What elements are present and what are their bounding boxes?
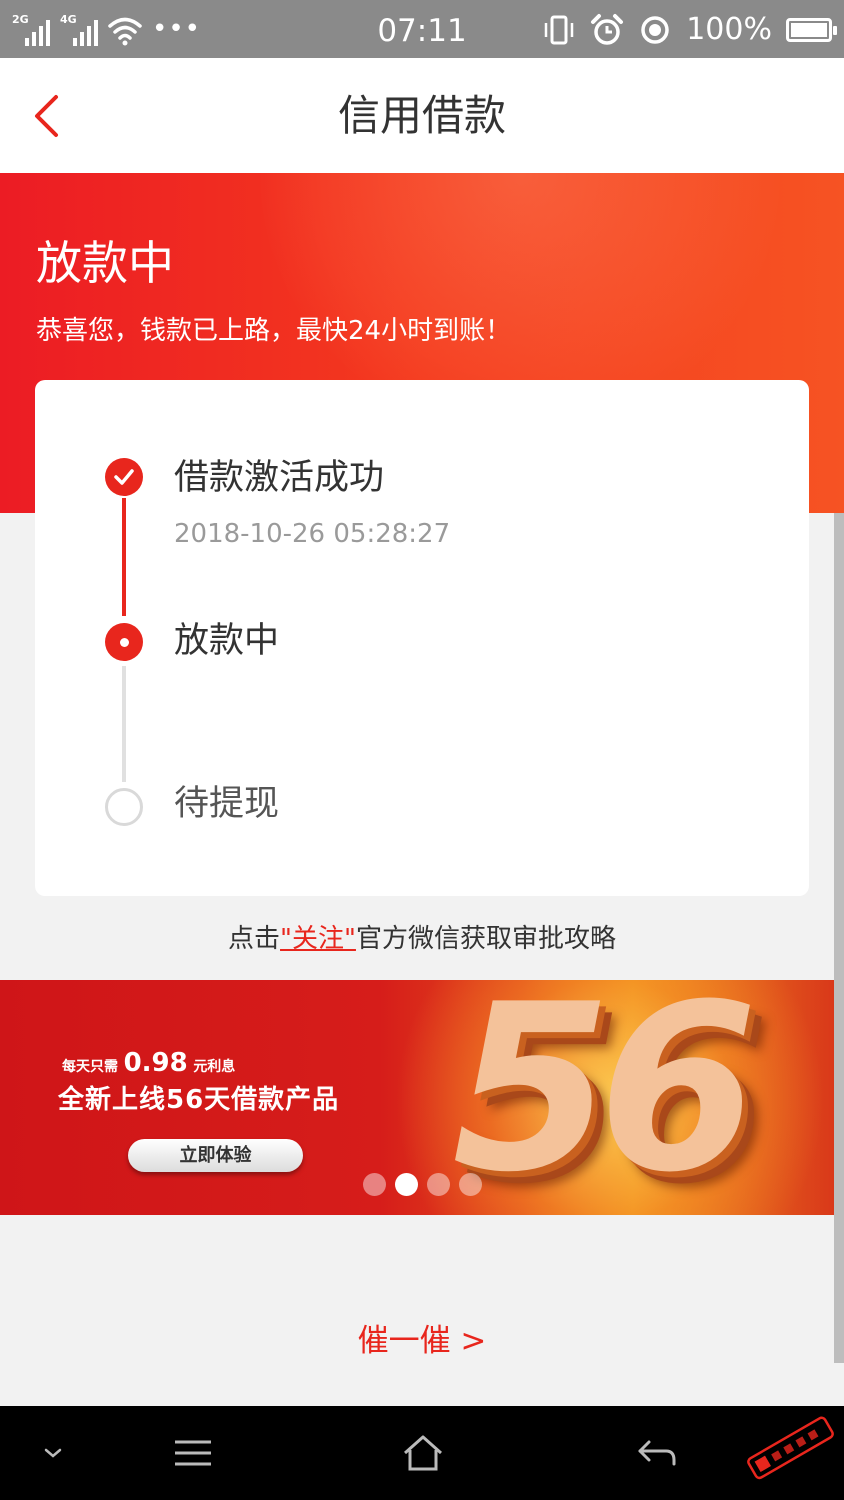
nav-collapse-button[interactable] <box>28 1428 78 1478</box>
pager-dot[interactable] <box>395 1173 418 1196</box>
progress-line-done <box>122 498 126 616</box>
pager-dot[interactable] <box>427 1173 450 1196</box>
step-label: 借款激活成功 <box>174 458 385 498</box>
empty-circle-icon <box>105 788 143 826</box>
try-now-button[interactable]: 立即体验 <box>128 1139 303 1172</box>
nav-menu-button[interactable] <box>168 1428 218 1478</box>
banner-headline: 全新上线56天借款产品 <box>58 1085 340 1115</box>
nav-home-button[interactable] <box>398 1428 448 1478</box>
menu-icon <box>175 1440 211 1466</box>
home-icon <box>404 1435 442 1471</box>
urge-button[interactable]: 催一催 > <box>0 1318 844 1364</box>
vibrate-icon <box>544 15 574 45</box>
status-right: 100% <box>542 10 837 50</box>
banner-interest-line: 每天只需 0.98 元利息 <box>62 1048 235 1078</box>
pager-dot[interactable] <box>459 1173 482 1196</box>
battery-icon <box>786 18 837 42</box>
location-target-icon <box>641 16 669 44</box>
chevron-down-icon <box>44 1448 62 1458</box>
title-bar: 信用借款 <box>0 58 844 173</box>
progress-line-pending <box>122 666 126 782</box>
banner-text-c: 元利息 <box>193 1059 236 1075</box>
active-dot-icon <box>105 623 143 661</box>
step-time: 2018-10-26 05:28:27 <box>174 519 451 549</box>
status-bar: 2G 4G ••• 07:11 100% <box>0 0 844 58</box>
banner-text-a: 每天只需 <box>62 1059 118 1075</box>
banner-pager[interactable] <box>363 1173 482 1196</box>
hero-title: 放款中 <box>36 236 174 290</box>
check-circle-icon <box>105 458 143 496</box>
back-arrow-icon <box>638 1440 676 1466</box>
alarm-icon <box>591 14 624 45</box>
progress-card: 借款激活成功 2018-10-26 05:28:27 放款中 待提现 <box>35 380 809 896</box>
page-title: 信用借款 <box>337 91 506 140</box>
navigation-bar <box>0 1406 844 1500</box>
nav-back-button[interactable] <box>632 1428 682 1478</box>
forum-watermark-logo-icon <box>747 1416 834 1480</box>
scrollbar[interactable] <box>834 513 844 1363</box>
step-label: 放款中 <box>174 621 280 661</box>
banner-rate: 0.98 <box>123 1048 188 1078</box>
follow-link[interactable]: "关注" <box>280 924 356 954</box>
hero-subtitle: 恭喜您，钱款已上路，最快24小时到账！ <box>36 316 512 346</box>
follow-wechat-tip: 点击"关注"官方微信获取审批攻略 <box>0 920 844 958</box>
banner-big-number: 56 <box>452 956 758 1223</box>
follow-suffix: 官方微信获取审批攻略 <box>355 924 616 954</box>
follow-prefix: 点击 <box>228 924 281 954</box>
pager-dot[interactable] <box>363 1173 386 1196</box>
battery-percentage: 100% <box>686 12 772 47</box>
step-label: 待提现 <box>174 784 280 824</box>
